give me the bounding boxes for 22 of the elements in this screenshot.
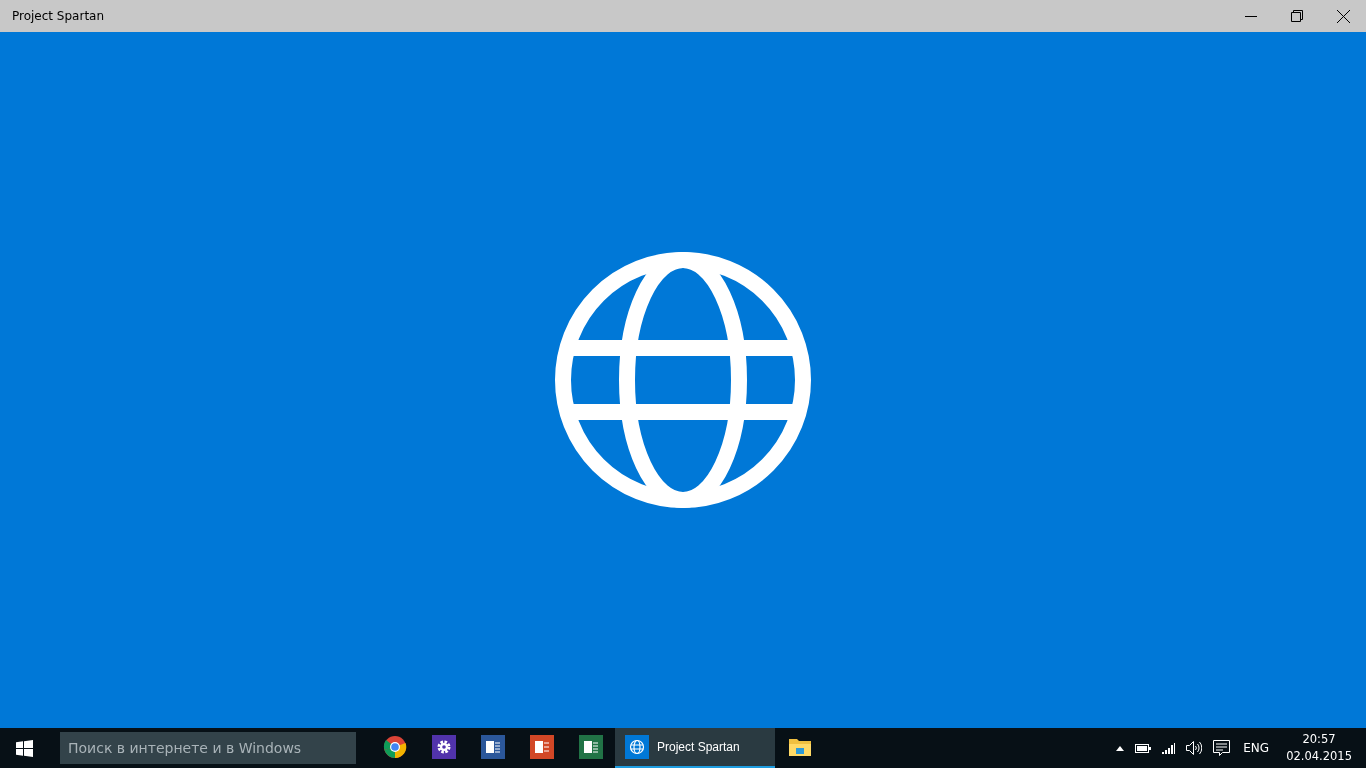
clock[interactable]: 20:57 02.04.2015 [1286, 731, 1352, 765]
message-icon[interactable] [1213, 739, 1231, 757]
presentation-app-icon [529, 735, 554, 759]
window-title: Project Spartan [11, 9, 105, 23]
battery-icon[interactable] [1135, 743, 1152, 753]
globe-icon [554, 251, 812, 509]
restore-icon [1291, 10, 1303, 22]
close-icon [1336, 9, 1350, 23]
chrome-icon [382, 735, 407, 759]
spreadsheet-app-icon [578, 735, 603, 759]
speaker-icon[interactable] [1186, 741, 1203, 755]
search-field[interactable]: Поиск в интернете и в Windows [60, 732, 356, 764]
taskbar-app-button[interactable]: Project Spartan [615, 728, 775, 768]
document-app-icon [480, 735, 505, 759]
signal-icon[interactable] [1162, 742, 1176, 754]
gear-icon [431, 735, 456, 759]
windows-logo-icon [15, 739, 33, 757]
clock-time: 20:57 [1302, 731, 1336, 748]
caret-up-icon[interactable] [1116, 745, 1125, 751]
language-indicator[interactable]: ENG [1243, 741, 1270, 755]
clock-date: 02.04.2015 [1286, 748, 1352, 765]
globe-icon [625, 735, 649, 759]
